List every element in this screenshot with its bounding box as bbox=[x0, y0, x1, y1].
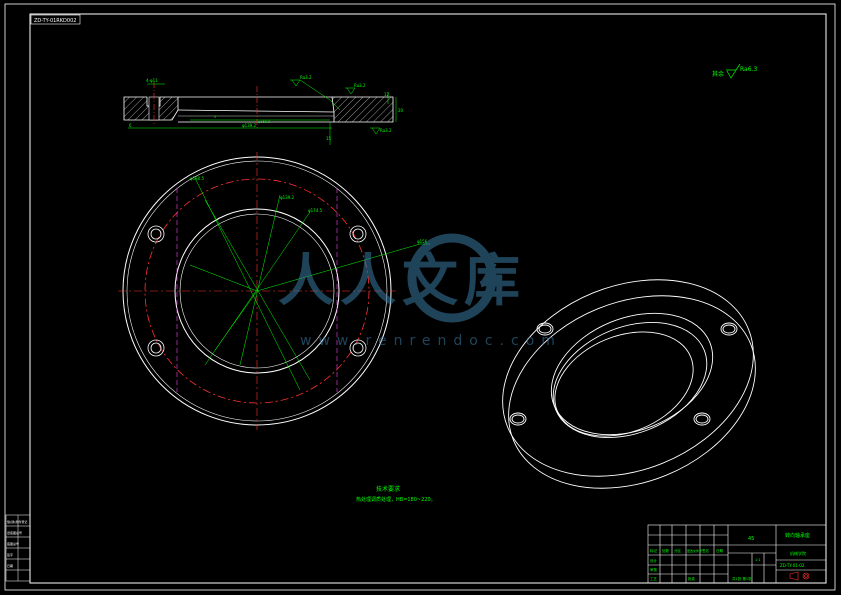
watermark: 人人文库 www.renrendoc.com bbox=[278, 233, 562, 349]
dim-bore-section-label: φ139.2 bbox=[242, 123, 257, 128]
side-block bbox=[5, 514, 31, 582]
title-block-row-6: 日期 bbox=[716, 548, 724, 553]
tech-req-title: 技术要求 bbox=[376, 485, 400, 493]
cad-drawing-canvas: ZD-TY-01RKD002 借(通)用件登记 旧底图总号 底图总号 签字 日期 bbox=[4, 3, 836, 591]
title-block-row-1: 标记 bbox=[650, 548, 658, 553]
side-block-label-4: 签字 bbox=[7, 552, 13, 557]
title-block-row-4: 更改文件号 bbox=[687, 548, 702, 553]
dim-bolt-label: φ174.5 bbox=[308, 208, 323, 213]
title-block-scale: 1:1 bbox=[755, 558, 761, 562]
title-block-row-3: 分区 bbox=[674, 548, 682, 553]
title-block-drawing-no: ZD-TY-01-02 bbox=[780, 563, 805, 568]
title-block-material: 45 bbox=[748, 536, 754, 542]
dim-sec2-label: 5 bbox=[214, 115, 216, 119]
dim-outer-label: φ180.5 bbox=[190, 176, 205, 181]
roughness-mark-1: Ra3.2 bbox=[300, 75, 312, 80]
watermark-url: www.renrendoc.com bbox=[300, 333, 562, 349]
side-block-label-1: 借(通)用件登记 bbox=[7, 519, 27, 524]
title-block-sheet: 共1张 第1张 bbox=[732, 576, 752, 581]
section-view: 4-φ11 6 φ139.2 φ160.3 20 5 15 12 Ra3.2 R… bbox=[123, 75, 404, 145]
dim-sec1-label: 20 bbox=[398, 108, 404, 113]
tech-req-line1: 热处理调质处理，HB=180~220。 bbox=[356, 496, 436, 503]
title-block-role-3: 工艺 bbox=[650, 576, 658, 581]
title-block-role-1: 设计 bbox=[650, 558, 658, 563]
roughness-note-value: Ra6.3 bbox=[740, 66, 757, 73]
dim-height-label: 15 bbox=[326, 136, 332, 141]
dim-face-label: φ160.3 bbox=[258, 120, 270, 124]
title-block-row-2: 处数 bbox=[662, 548, 670, 553]
side-block-label-5: 日期 bbox=[7, 563, 13, 568]
dim-thick-label: 12 bbox=[384, 92, 390, 97]
watermark-brand: 人人文库 bbox=[278, 249, 526, 314]
projection-symbol-icon bbox=[789, 571, 810, 581]
roughness-mark-3: Ra3.2 bbox=[380, 128, 392, 133]
roughness-symbol-icon bbox=[726, 69, 737, 79]
drawing-number-tag: ZD-TY-01RKD002 bbox=[34, 18, 76, 24]
side-block-label-3: 底图总号 bbox=[7, 541, 19, 546]
dim-hole-label: 4-φ11 bbox=[146, 78, 158, 83]
title-block-role-2: 审核 bbox=[650, 567, 658, 572]
side-block-label-2: 旧底图总号 bbox=[7, 530, 22, 535]
roughness-mark-2: Ra3.2 bbox=[354, 83, 366, 88]
title-block-role-4: 批准 bbox=[688, 576, 696, 581]
dim-chamfer-label: 6 bbox=[129, 123, 132, 128]
title-block-part-name: 转向轴承座 bbox=[785, 532, 810, 539]
title-block-school: 机械学院 bbox=[790, 550, 806, 556]
dim-bore-label: φ139.2 bbox=[280, 195, 295, 200]
roughness-note-label: 其余 bbox=[712, 70, 724, 78]
title-block-row-5: 签名 bbox=[702, 548, 709, 553]
